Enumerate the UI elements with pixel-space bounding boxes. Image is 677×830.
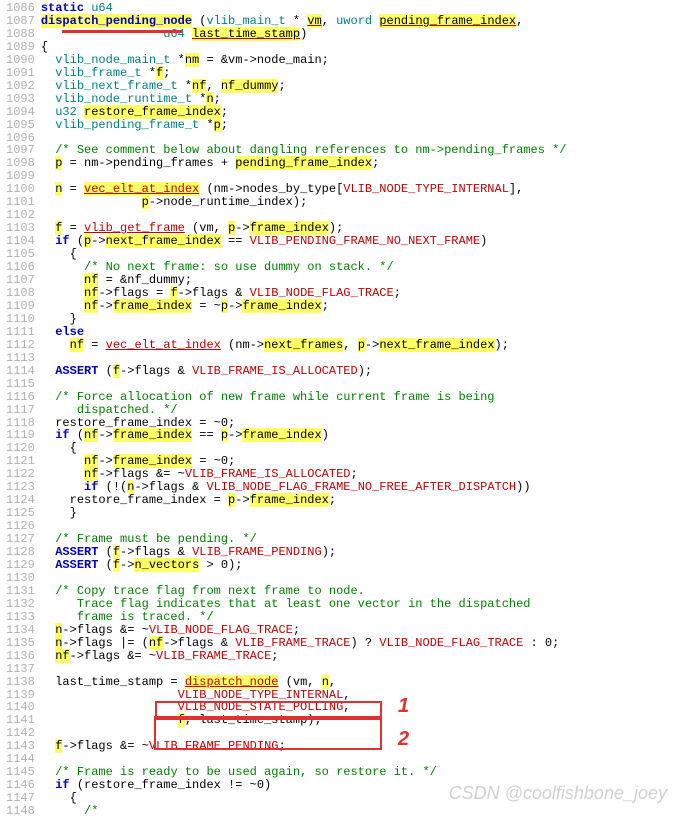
line-number: 1116 [6, 391, 35, 404]
line-number: 1130 [6, 572, 35, 585]
code-line: /* [41, 805, 567, 818]
line-number: 1117 [6, 404, 35, 417]
code-line: if (nf->frame_index == p->frame_index) [41, 429, 567, 442]
code-line: p = nm->pending_frames + pending_frame_i… [41, 157, 567, 170]
code-line: nf->frame_index = ~p->frame_index; [41, 300, 567, 313]
line-number: 1094 [6, 106, 35, 119]
line-number: 1092 [6, 80, 35, 93]
line-number: 1114 [6, 365, 35, 378]
line-number-gutter: 1086108710881089109010911092109310941095… [0, 0, 39, 820]
line-number: 1113 [6, 352, 35, 365]
code-line: static u64 [41, 2, 567, 15]
code-line: vlib_node_runtime_t *n; [41, 93, 567, 106]
code-line: nf->flags = f->flags & VLIB_NODE_FLAG_TR… [41, 287, 567, 300]
code-line [41, 663, 567, 676]
code-line: frame is traced. */ [41, 611, 567, 624]
code-line: restore_frame_index = p->frame_index; [41, 494, 567, 507]
code-line: dispatched. */ [41, 404, 567, 417]
line-number: 1093 [6, 93, 35, 106]
code-line: dispatch_pending_node (vlib_main_t * vm,… [41, 15, 567, 28]
line-number: 1090 [6, 54, 35, 67]
code-line: if (restore_frame_index != ~0) [41, 779, 567, 792]
code-line: f, last_time_stamp); [41, 714, 567, 727]
line-number: 1109 [6, 300, 35, 313]
line-number: 1086 [6, 2, 35, 15]
line-number: 1095 [6, 119, 35, 132]
code-viewer: 1086108710881089109010911092109310941095… [0, 0, 677, 820]
line-number: 1111 [6, 326, 35, 339]
code-line: n->flags |= (nf->flags & VLIB_FRAME_TRAC… [41, 637, 567, 650]
line-number: 1108 [6, 287, 35, 300]
line-number: 1089 [6, 41, 35, 54]
line-number: 1132 [6, 598, 35, 611]
code-line: { [41, 792, 567, 805]
line-number: 1133 [6, 611, 35, 624]
code-line: ASSERT (f->flags & VLIB_FRAME_IS_ALLOCAT… [41, 365, 567, 378]
code-line: nf = vec_elt_at_index (nm->next_frames, … [41, 339, 567, 352]
code-line: ASSERT (f->n_vectors > 0); [41, 559, 567, 572]
code-line: p->node_runtime_index); [41, 196, 567, 209]
code-line: if (p->next_frame_index == VLIB_PENDING_… [41, 235, 567, 248]
code-line: f->flags &= ~VLIB_FRAME_PENDING; [41, 740, 567, 753]
line-number: 1087 [6, 15, 35, 28]
line-number: 1091 [6, 67, 35, 80]
line-number: 1138 [6, 676, 35, 689]
line-number: 1135 [6, 637, 35, 650]
line-number: 1137 [6, 663, 35, 676]
line-number: 1129 [6, 559, 35, 572]
line-number: 1131 [6, 585, 35, 598]
line-number: 1134 [6, 624, 35, 637]
line-number: 1110 [6, 313, 35, 326]
code-line: nf->flags &= ~VLIB_FRAME_TRACE; [41, 650, 567, 663]
line-number: 1088 [6, 28, 35, 41]
code-body: static u64dispatch_pending_node (vlib_ma… [39, 0, 567, 820]
line-number: 1112 [6, 339, 35, 352]
line-number: 1148 [6, 805, 35, 818]
code-line: u64 last_time_stamp) [41, 28, 567, 41]
line-number: 1115 [6, 378, 35, 391]
code-line: } [41, 313, 567, 326]
code-line: vlib_pending_frame_t *p; [41, 119, 567, 132]
line-number: 1136 [6, 650, 35, 663]
code-line: } [41, 507, 567, 520]
